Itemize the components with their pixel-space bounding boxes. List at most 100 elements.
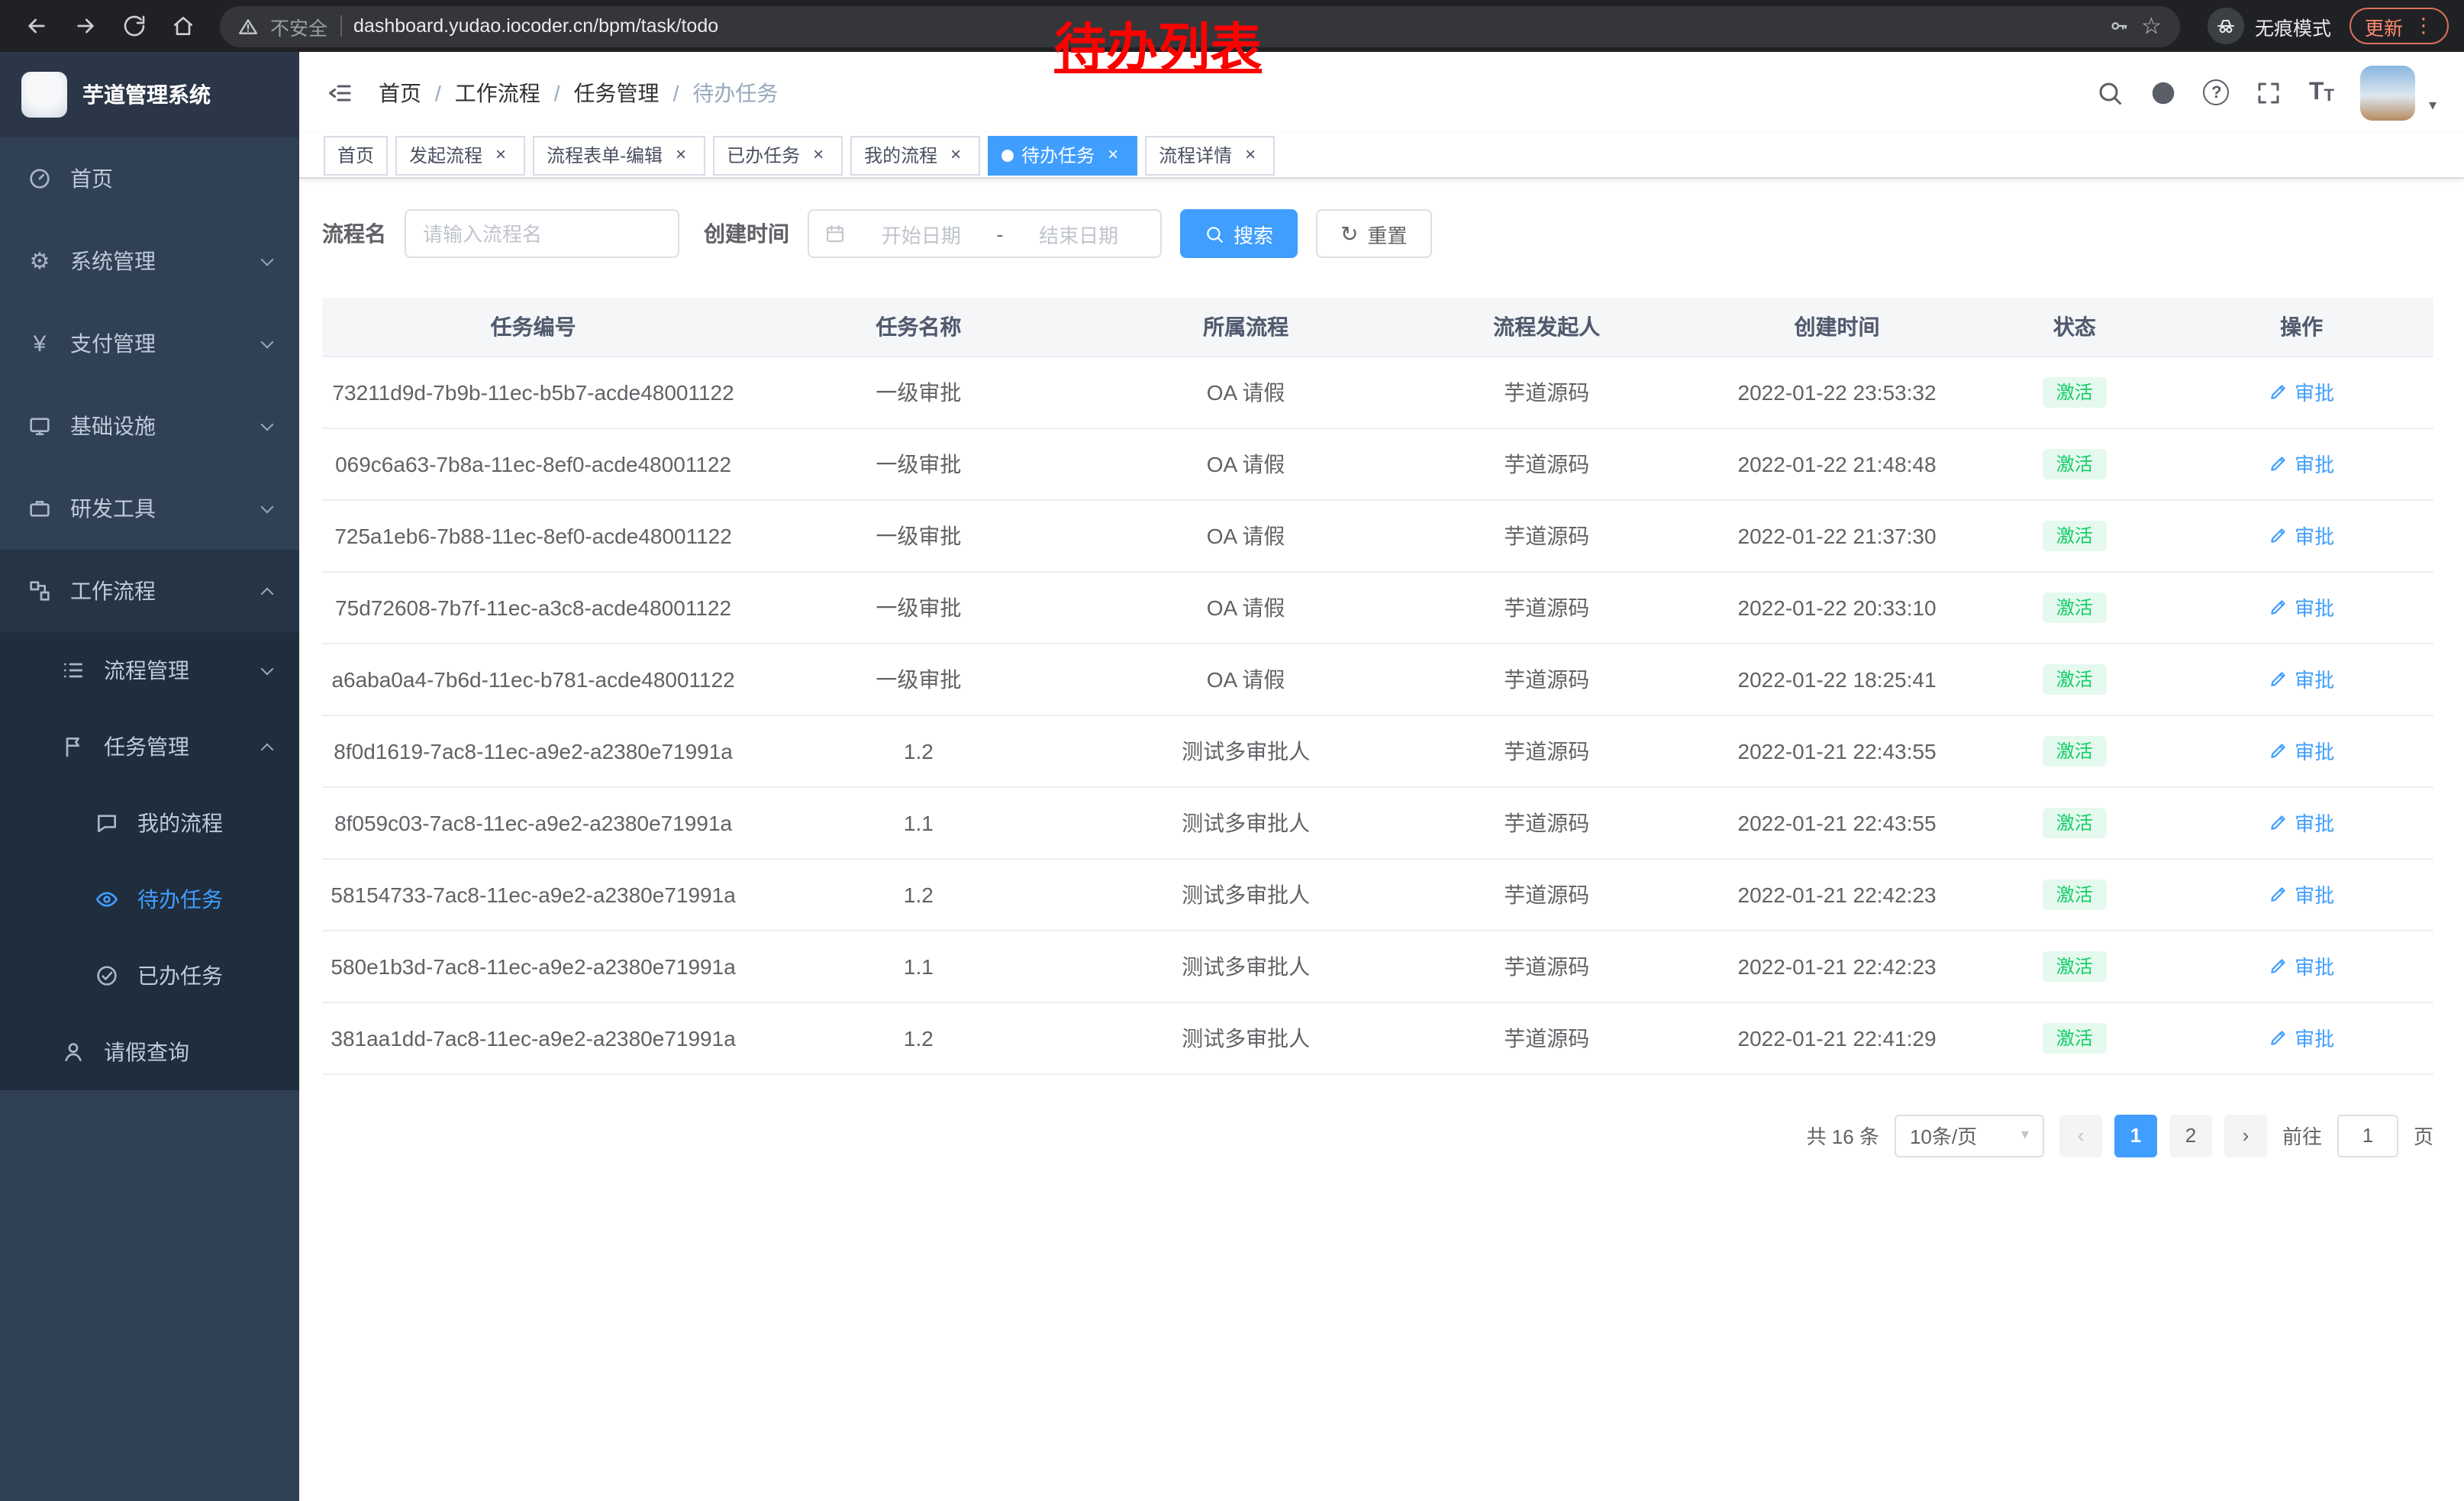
page-size-select[interactable]: 10条/页 ▾ [1895,1114,2044,1157]
cell-process: 测试多审批人 [1093,930,1399,1002]
prev-page-button[interactable]: ‹ [2059,1114,2102,1157]
sidebar-item-home[interactable]: 首页 [0,137,299,220]
tab-done-tasks[interactable]: 已办任务 × [713,135,843,175]
goto-page-input[interactable] [2337,1114,2398,1157]
approve-link[interactable]: 审批 [2269,951,2334,980]
tags-view-bar: 首页 发起流程 × 流程表单-编辑 × 已办任务 × 我的流程 × [299,133,2464,179]
sidebar-item-infrastructure[interactable]: 基础设施 [0,385,299,467]
tab-todo-tasks[interactable]: 待办任务 × [988,135,1137,175]
key-icon[interactable] [2108,15,2129,37]
approve-link[interactable]: 审批 [2269,592,2334,621]
status-badge: 激活 [2043,951,2107,981]
date-range-picker[interactable]: 开始日期 - 结束日期 [808,209,1162,258]
refresh-icon: ↻ [1340,223,1358,244]
user-avatar[interactable] [2360,65,2415,120]
help-icon[interactable]: ? [2204,79,2230,105]
cell-process: OA 请假 [1093,499,1399,571]
search-icon[interactable] [2097,79,2124,106]
pagination: 共 16 条 10条/页 ▾ ‹ 1 2 › 前往 页 [322,1114,2433,1157]
tab-close-icon[interactable]: × [808,144,829,166]
chevron-up-icon [261,744,274,757]
tab-process-detail[interactable]: 流程详情 × [1145,135,1275,175]
update-button[interactable]: 更新 ⋮ [2350,8,2449,44]
browser-back-button[interactable] [15,5,58,47]
create-time-label: 创建时间 [704,218,789,249]
approve-link[interactable]: 审批 [2269,377,2334,406]
process-name-input[interactable] [405,209,679,258]
tab-process-form-edit[interactable]: 流程表单-编辑 × [533,135,705,175]
browser-home-button[interactable] [162,5,205,47]
start-date-placeholder[interactable]: 开始日期 [855,219,988,248]
cell-task-name: 1.2 [744,1002,1092,1073]
sidebar-item-process-management[interactable]: 流程管理 [0,632,299,709]
reset-button[interactable]: ↻ 重置 [1316,209,1432,258]
table-row: a6aba0a4-7b6d-11ec-b781-acde48001122 一级审… [322,643,2433,715]
approve-link[interactable]: 审批 [2269,521,2334,550]
page-content: 流程名 创建时间 开始日期 - 结束日期 搜 [299,179,2464,1501]
cell-action: 审批 [2169,930,2433,1002]
bookmark-star-icon[interactable]: ☆ [2141,15,2162,37]
cell-process: 测试多审批人 [1093,1002,1399,1073]
approve-link[interactable]: 审批 [2269,1023,2334,1052]
cell-action: 审批 [2169,428,2433,499]
next-page-button[interactable]: › [2224,1114,2267,1157]
browser-forward-button[interactable] [64,5,107,47]
table-header-row: 任务编号 任务名称 所属流程 流程发起人 创建时间 状态 操作 [322,298,2433,356]
sidebar-item-task-management[interactable]: 任务管理 [0,709,299,785]
github-icon[interactable] [2150,79,2178,106]
sidebar-item-devtools[interactable]: 研发工具 [0,467,299,550]
monitor-icon [27,414,52,438]
search-button[interactable]: 搜索 [1180,209,1298,258]
cell-task-id: 725a1eb6-7b88-11ec-8ef0-acde48001122 [322,499,744,571]
tab-start-process[interactable]: 发起流程 × [395,135,525,175]
approve-link[interactable]: 审批 [2269,736,2334,765]
sidebar-item-workflow[interactable]: 工作流程 [0,550,299,632]
page-button-1[interactable]: 1 [2114,1114,2157,1157]
cell-task-name: 1.1 [744,786,1092,858]
tab-close-icon[interactable]: × [490,144,511,166]
menu-fold-button[interactable] [327,79,354,106]
sidebar-item-my-process[interactable]: 我的流程 [0,785,299,861]
status-badge: 激活 [2043,879,2107,909]
approve-link[interactable]: 审批 [2269,808,2334,837]
breadcrumb-item-task-management[interactable]: 任务管理 [574,77,660,108]
cell-starter: 芋道源码 [1399,715,1695,786]
tab-close-icon[interactable]: × [1240,144,1261,166]
end-date-placeholder[interactable]: 结束日期 [1012,219,1145,248]
sidebar-item-done-tasks[interactable]: 已办任务 [0,938,299,1014]
tab-close-icon[interactable]: × [945,144,966,166]
approve-link[interactable]: 审批 [2269,880,2334,909]
top-navbar: 首页 / 工作流程 / 任务管理 / 待办任务 ? [299,52,2464,133]
sidebar-item-payment[interactable]: ¥ 支付管理 [0,302,299,385]
breadcrumb-separator: / [554,80,560,105]
tab-close-icon[interactable]: × [670,144,692,166]
menu-fold-icon [327,79,354,106]
cell-status: 激活 [1979,643,2169,715]
tab-home[interactable]: 首页 [324,135,388,175]
tab-close-icon[interactable]: × [1102,144,1124,166]
col-task-name: 任务名称 [744,298,1092,356]
edit-icon [2269,669,2288,689]
sidebar-logo[interactable]: 芋道管理系统 [0,52,299,137]
chat-icon [95,811,119,835]
col-starter: 流程发起人 [1399,298,1695,356]
sidebar-item-todo-tasks[interactable]: 待办任务 [0,861,299,938]
cell-process: 测试多审批人 [1093,786,1399,858]
sidebar-item-leave-query[interactable]: 请假查询 [0,1014,299,1090]
cell-task-name: 1.2 [744,715,1092,786]
cell-process: 测试多审批人 [1093,715,1399,786]
cell-task-id: 8f059c03-7ac8-11ec-a9e2-a2380e71991a [322,786,744,858]
browser-menu-dots-icon[interactable]: ⋮ [2414,14,2433,38]
fullscreen-icon[interactable] [2256,79,2283,106]
breadcrumb-item-workflow[interactable]: 工作流程 [455,77,540,108]
breadcrumb-item-home[interactable]: 首页 [379,77,421,108]
browser-reload-button[interactable] [113,5,156,47]
search-icon [1205,224,1224,244]
approve-link[interactable]: 审批 [2269,449,2334,478]
tab-my-process[interactable]: 我的流程 × [850,135,980,175]
avatar-caret-icon[interactable]: ▾ [2429,97,2437,114]
page-button-2[interactable]: 2 [2169,1114,2212,1157]
sidebar-item-system[interactable]: ⚙ 系统管理 [0,220,299,302]
approve-link[interactable]: 审批 [2269,664,2334,693]
font-size-icon[interactable]: TT [2309,80,2334,105]
